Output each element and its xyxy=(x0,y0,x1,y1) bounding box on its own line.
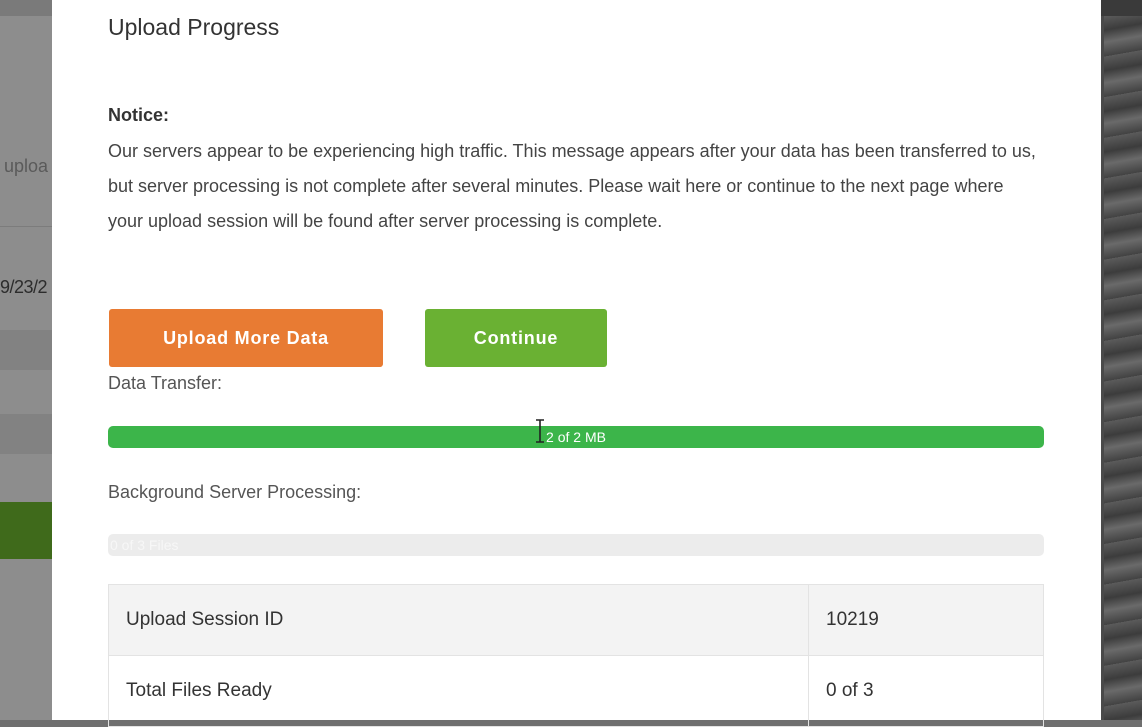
upload-info-table: Upload Session ID 10219 Total Files Read… xyxy=(108,584,1044,727)
upload-progress-modal: Upload Progress Notice: Our servers appe… xyxy=(52,0,1101,727)
modal-title: Upload Progress xyxy=(108,14,280,40)
notice-text: Our servers appear to be experiencing hi… xyxy=(108,141,1036,231)
background-processing-progress-text: 0 of 3 Files xyxy=(110,537,179,553)
background-green-button xyxy=(0,502,52,559)
data-transfer-label: Data Transfer: xyxy=(108,373,223,393)
upload-session-id-label: Upload Session ID xyxy=(108,584,809,656)
upload-session-id-value: 10219 xyxy=(808,584,1044,656)
background-topbar xyxy=(0,0,52,16)
background-processing-progress-bar: 0 of 3 Files xyxy=(108,534,1044,556)
background-date-text: 9/23/2 xyxy=(0,277,48,297)
text-cursor-icon xyxy=(536,419,544,443)
total-files-ready-label: Total Files Ready xyxy=(108,655,809,727)
background-row xyxy=(0,414,52,454)
table-row: Total Files Ready 0 of 3 xyxy=(108,655,1044,727)
background-image-strip xyxy=(1104,16,1142,720)
notice-label: Notice: xyxy=(108,105,170,125)
data-transfer-progress-bar: 2 of 2 MB xyxy=(108,426,1044,448)
table-row: Upload Session ID 10219 xyxy=(108,584,1044,656)
data-transfer-progress-text: 2 of 2 MB xyxy=(546,429,606,445)
background-upload-text: uploa xyxy=(4,156,49,176)
background-page: uploa 9/23/2 xyxy=(0,0,52,720)
upload-more-data-button[interactable]: Upload More Data xyxy=(109,309,383,367)
continue-button[interactable]: Continue xyxy=(425,309,607,367)
background-right-topbar xyxy=(1101,0,1142,16)
background-processing-label: Background Server Processing: xyxy=(108,482,362,502)
background-divider xyxy=(0,226,52,227)
total-files-ready-value: 0 of 3 xyxy=(808,655,1044,727)
background-row xyxy=(0,330,52,370)
